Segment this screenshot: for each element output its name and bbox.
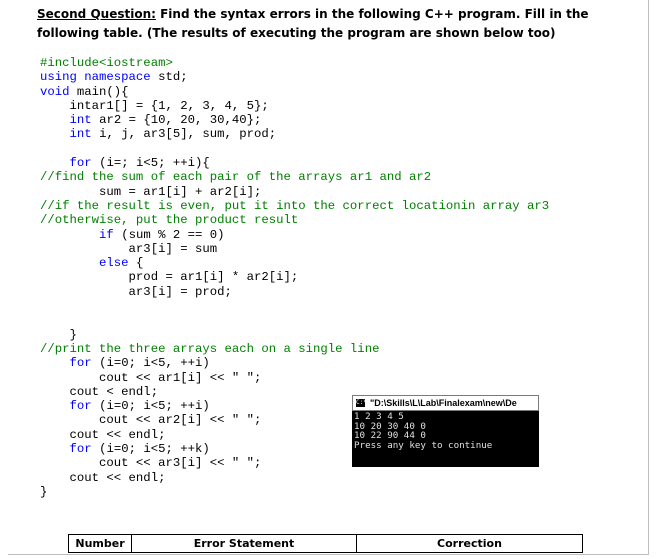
console-title: "D:\Skills\L\Lab\Finalexam\new\De <box>370 398 517 408</box>
code-line: cout << endl; <box>40 428 640 442</box>
header-number: Number <box>68 534 132 553</box>
code-text: { <box>135 256 144 271</box>
code-text: cout < endl; <box>40 384 159 399</box>
code-line: cout << ar2[i] << " "; <box>40 413 640 427</box>
code-text: } <box>40 484 48 499</box>
console-app-icon: C:\ <box>356 399 367 407</box>
code-text: intar1[] = {1, 2, 3, 4, 5}; <box>40 98 269 113</box>
code-keyword: else <box>99 256 136 271</box>
code-line: //if the result is even, put it into the… <box>40 199 640 213</box>
console-output: 1 2 3 4 5 10 20 30 40 0 10 22 90 44 0 Press… <box>352 411 539 451</box>
code-keyword: for <box>69 399 100 414</box>
code-text: ar3[i] = prod; <box>40 284 232 299</box>
console-window: C:\ "D:\Skills\L\Lab\Finalexam\new\De 1 … <box>352 395 539 467</box>
code-line: ar3[i] = sum <box>40 242 640 256</box>
code-keyword: for <box>69 442 100 457</box>
question-text: Second Question: Find the syntax errors … <box>37 5 627 43</box>
code-preprocessor: #include<iostream> <box>40 56 173 70</box>
code-line: int i, j, ar3[5], sum, prod; <box>40 127 640 141</box>
code-text: sum = ar1[i] + ar2[i]; <box>40 184 262 199</box>
code-text: } <box>40 327 77 342</box>
code-text: (sum % 2 == 0) <box>121 227 225 242</box>
code-line: for (i=0; i<5, ++i) <box>40 356 640 370</box>
code-text: ar3[i] = sum <box>40 241 218 256</box>
header-correction: Correction <box>356 534 583 553</box>
code-text: (i=0; i<5, ++i) <box>99 356 210 371</box>
code-line: intar1[] = {1, 2, 3, 4, 5}; <box>40 99 640 113</box>
code-text: (i=0; i<5; ++k) <box>99 442 210 457</box>
code-line: else { <box>40 256 640 270</box>
code-text: i, j, ar3[5], sum, prod; <box>99 127 277 142</box>
code-line: cout < endl; <box>40 385 640 399</box>
code-keyword: int <box>69 127 100 142</box>
code-text: cout << endl; <box>40 470 166 485</box>
code-comment: //otherwise, put the product result <box>40 213 299 228</box>
code-comment: //print the three arrays each on a singl… <box>40 341 380 356</box>
code-line: //otherwise, put the product result <box>40 213 640 227</box>
code-text: cout << ar2[i] << " "; <box>40 413 262 428</box>
code-line: for (i=; i<5; ++i){ <box>40 156 640 170</box>
code-line: using namespace std; <box>40 70 640 84</box>
code-line: cout << ar1[i] << " "; <box>40 371 640 385</box>
code-line: cout << ar3[i] << " "; <box>40 456 640 470</box>
code-text: ar2 = {10, 20, 30,40}; <box>99 113 262 128</box>
question-label: Second Question: <box>37 7 156 21</box>
console-titlebar[interactable]: C:\ "D:\Skills\L\Lab\Finalexam\new\De <box>352 395 539 411</box>
code-line: //find the sum of each pair of the array… <box>40 170 640 184</box>
console-output-line: Press any key to continue <box>354 439 493 451</box>
code-keyword: if <box>99 227 122 242</box>
code-text: (i=0; i<5; ++i) <box>99 399 210 414</box>
code-line: } <box>40 328 640 342</box>
code-line: prod = ar1[i] * ar2[i]; <box>40 270 640 284</box>
code-line: void main(){ <box>40 85 640 99</box>
code-text: std; <box>158 70 188 85</box>
code-line: //print the three arrays each on a singl… <box>40 342 640 356</box>
code-line: ar3[i] = prod; <box>40 285 640 299</box>
code-text: cout << ar1[i] << " "; <box>40 370 262 385</box>
code-text: main(){ <box>76 84 129 99</box>
code-line: for (i=0; i<5; ++k) <box>40 442 640 456</box>
code-keyword: void <box>40 84 77 99</box>
code-line: for (i=0; i<5; ++i) <box>40 399 640 413</box>
code-listing: #include<iostream> using namespace std; vo… <box>40 56 640 499</box>
code-text: prod = ar1[i] * ar2[i]; <box>40 270 299 285</box>
code-line: int ar2 = {10, 20, 30,40}; <box>40 113 640 127</box>
code-text: cout << ar3[i] << " "; <box>40 456 262 471</box>
code-line: } <box>40 485 640 499</box>
code-line: if (sum % 2 == 0) <box>40 228 640 242</box>
code-text: (i=; i<5; ++i){ <box>99 156 210 171</box>
code-line: #include<iostream> <box>40 56 640 70</box>
error-table: Number Error Statement Correction <box>68 534 583 553</box>
code-keyword: for <box>69 356 100 371</box>
code-keyword: for <box>69 156 100 171</box>
code-keyword: int <box>69 113 100 128</box>
code-keyword: using namespace <box>40 70 159 85</box>
code-text: cout << endl; <box>40 427 166 442</box>
code-line: cout << endl; <box>40 471 640 485</box>
code-comment: //if the result is even, put it into the… <box>40 198 550 213</box>
error-table-header-row: Number Error Statement Correction <box>68 534 583 553</box>
header-error-statement: Error Statement <box>131 534 357 553</box>
code-line: sum = ar1[i] + ar2[i]; <box>40 185 640 199</box>
code-comment: //find the sum of each pair of the array… <box>40 170 432 185</box>
